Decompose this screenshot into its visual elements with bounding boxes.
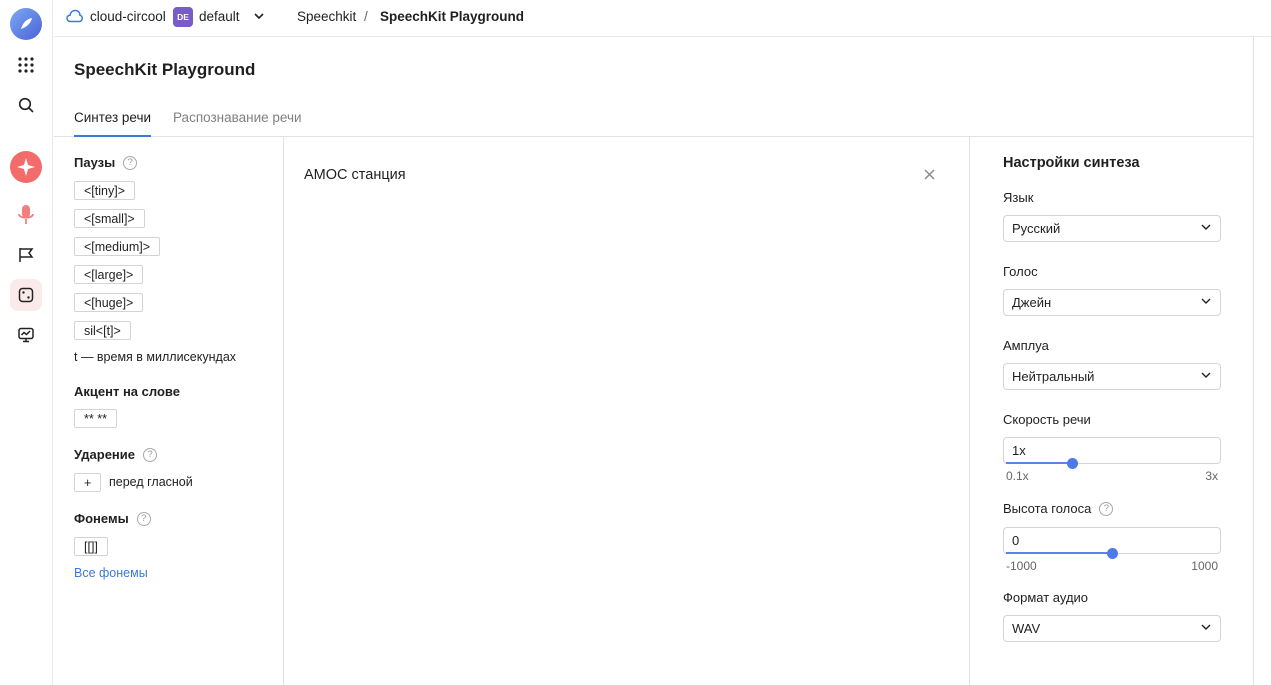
voice-select[interactable]: Джейн	[1003, 289, 1221, 316]
pitch-max-label: 1000	[1191, 559, 1218, 573]
accent-title: Акцент на слове	[74, 384, 180, 399]
cloud-name[interactable]: cloud-circool	[90, 9, 166, 24]
folder-name[interactable]: default	[199, 9, 240, 24]
slider-fill	[1006, 552, 1112, 554]
role-label: Амплуа	[1003, 338, 1049, 353]
voice-label: Голос	[1003, 264, 1038, 279]
slider-thumb[interactable]	[1107, 548, 1118, 559]
tab-speech-synthesis[interactable]: Синтез речи	[74, 110, 152, 137]
chevron-down-icon	[1200, 621, 1212, 636]
role-select[interactable]: Нейтральный	[1003, 363, 1221, 390]
chevron-down-icon	[1200, 221, 1212, 236]
top-bar: cloud-circool DE default Speechkit / Spe…	[54, 0, 1271, 37]
chevron-down-icon	[1200, 295, 1212, 310]
all-phonemes-link[interactable]: Все фонемы	[74, 566, 148, 580]
pause-chip-huge[interactable]: <[huge]>	[74, 293, 144, 312]
breadcrumb-service[interactable]: Speechkit	[297, 9, 356, 24]
chevron-down-icon[interactable]	[253, 10, 265, 25]
language-label: Язык	[1003, 190, 1034, 205]
audio-format-select[interactable]: WAV	[1003, 615, 1221, 642]
playground-dice-icon[interactable]	[10, 279, 42, 311]
monitoring-icon[interactable]	[10, 319, 42, 351]
slider-thumb[interactable]	[1066, 458, 1078, 469]
language-select[interactable]: Русский	[1003, 215, 1221, 242]
speed-max-label: 3x	[1205, 469, 1218, 483]
tab-speech-recognition[interactable]: Распознавание речи	[173, 110, 302, 135]
breadcrumb-current-page: SpeechKit Playground	[380, 9, 525, 24]
microphone-icon[interactable]	[10, 199, 42, 231]
folder-badge: DE	[173, 7, 193, 27]
format-label: Формат аудио	[1003, 590, 1089, 605]
apps-grid-icon[interactable]	[10, 49, 42, 81]
clear-text-close-icon[interactable]	[924, 168, 935, 183]
page-title: SpeechKit Playground	[74, 60, 256, 79]
cloud-logo-icon[interactable]	[10, 8, 42, 40]
phonemes-chip[interactable]: [[]]	[74, 537, 108, 556]
cloud-icon	[66, 9, 83, 26]
settings-title: Настройки синтеза	[1003, 155, 1140, 171]
chevron-down-icon	[1200, 369, 1212, 384]
pitch-heading: Высота голоса ?	[1003, 501, 1114, 516]
pitch-label: Высота голоса	[1003, 501, 1092, 516]
help-icon[interactable]: ?	[143, 447, 157, 462]
content-right-border	[1253, 37, 1254, 685]
help-icon[interactable]: ?	[1099, 501, 1114, 516]
pause-chip-small[interactable]: <[small]>	[74, 209, 145, 228]
markup-panel: Паузы ? <[tiny]> <[small]> <[medium]> <[…	[54, 137, 284, 685]
pauses-note: t — время в миллисекундах	[74, 350, 237, 364]
stress-chip[interactable]: +	[74, 473, 102, 492]
role-value: Нейтральный	[1012, 369, 1095, 384]
accent-heading: Акцент на слове	[74, 384, 180, 399]
breadcrumb-separator: /	[364, 9, 368, 24]
pause-chip-tiny[interactable]: <[tiny]>	[74, 181, 135, 200]
phonemes-title: Фонемы	[74, 511, 129, 526]
format-value: WAV	[1012, 621, 1041, 636]
help-icon[interactable]: ?	[123, 155, 138, 170]
language-value: Русский	[1012, 221, 1061, 236]
stress-note: перед гласной	[109, 475, 193, 489]
pause-chip-sil[interactable]: sil<[t]>	[74, 321, 131, 340]
text-editor[interactable]: АМОС станция	[284, 137, 970, 685]
stress-heading: Ударение ?	[74, 447, 157, 462]
left-rail	[0, 0, 53, 685]
pauses-title: Паузы	[74, 155, 116, 170]
pause-chip-large[interactable]: <[large]>	[74, 265, 144, 284]
pitch-min-label: -1000	[1006, 559, 1037, 573]
speed-label: Скорость речи	[1003, 412, 1091, 427]
speed-slider[interactable]	[1006, 457, 1218, 469]
flag-icon[interactable]	[10, 239, 42, 271]
voice-value: Джейн	[1012, 295, 1052, 310]
pause-chip-medium[interactable]: <[medium]>	[74, 237, 161, 256]
stress-title: Ударение	[74, 447, 135, 462]
pitch-slider[interactable]	[1006, 547, 1218, 559]
editor-text[interactable]: АМОС станция	[304, 167, 406, 183]
tabs-bar: Синтез речи Распознавание речи	[54, 100, 1254, 137]
search-icon[interactable]	[10, 89, 42, 121]
pauses-heading: Паузы ?	[74, 155, 138, 170]
speed-min-label: 0.1x	[1006, 469, 1029, 483]
ai-assistant-icon[interactable]	[10, 151, 42, 183]
slider-fill	[1006, 462, 1072, 464]
help-icon[interactable]: ?	[136, 511, 151, 526]
phonemes-heading: Фонемы ?	[74, 511, 151, 526]
accent-chip[interactable]: ** **	[74, 409, 117, 428]
